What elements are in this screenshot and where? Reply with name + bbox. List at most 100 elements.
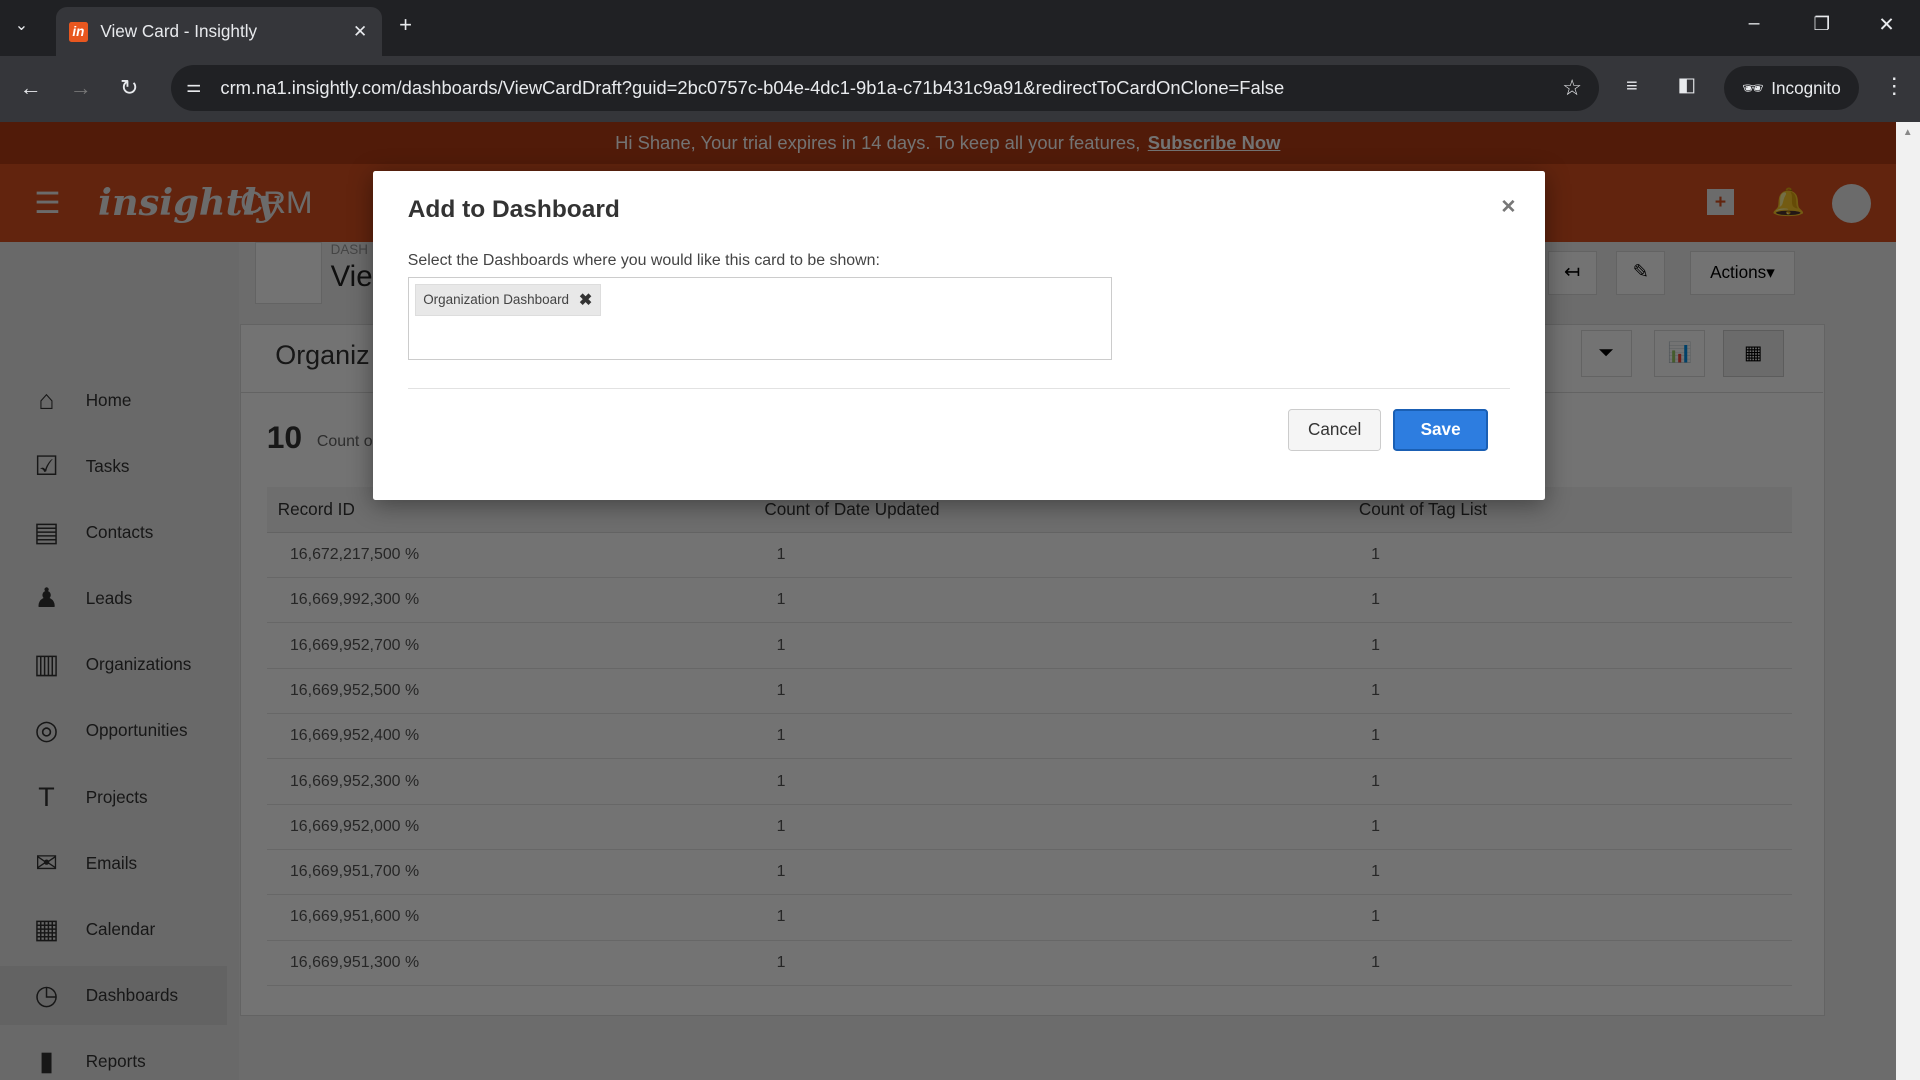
- table-cell: 16,669,952,300 %: [266, 758, 754, 805]
- browser-tab[interactable]: in View Card - Insightly ✕: [56, 7, 383, 57]
- table-cell: 16,669,952,500 %: [266, 668, 754, 715]
- bookmark-star-icon[interactable]: ☆: [1562, 75, 1582, 101]
- table-cell: 16,669,951,300 %: [266, 940, 754, 986]
- close-dialog-icon[interactable]: ×: [1501, 193, 1515, 221]
- chip-remove-icon[interactable]: ✖: [579, 290, 592, 310]
- trial-banner: Hi Shane, Your trial expires in 14 days.…: [0, 122, 1896, 165]
- save-button[interactable]: Save: [1393, 408, 1488, 451]
- table-cell: 1: [753, 849, 1348, 896]
- projects-icon: T: [38, 781, 55, 812]
- close-window-icon[interactable]: ✕: [1878, 13, 1894, 37]
- incognito-label: Incognito: [1771, 77, 1841, 98]
- sidebar-item-label: Contacts: [85, 522, 154, 543]
- table-cell: 1: [1347, 758, 1793, 805]
- incognito-icon: 🕶: [1742, 77, 1764, 98]
- table-cell: 16,672,217,500 %: [266, 532, 754, 579]
- user-avatar-icon[interactable]: [1831, 183, 1872, 223]
- notification-bell-icon[interactable]: 🔔: [1772, 186, 1806, 218]
- sidebar-item-calendar[interactable]: ▦ Calendar: [0, 900, 227, 959]
- sidebar-item-label: Home: [85, 389, 132, 410]
- count-label: Count o: [316, 433, 373, 451]
- tab-title: View Card - Insightly: [100, 21, 258, 42]
- tasks-icon: ☑: [34, 451, 59, 481]
- table-cell: 1: [753, 758, 1348, 805]
- tab-close-icon[interactable]: ✕: [353, 21, 367, 42]
- dashboards-icon: ◷: [34, 979, 59, 1010]
- table-cell: 1: [753, 713, 1348, 760]
- table-row[interactable]: 16,669,952,500 % 1 1: [266, 668, 1793, 715]
- subscribe-now-link[interactable]: Subscribe Now: [1148, 132, 1281, 153]
- record-count: 10: [266, 418, 303, 455]
- sidebar-item-tasks[interactable]: ☑ Tasks: [0, 437, 227, 496]
- incognito-indicator[interactable]: 🕶 Incognito: [1724, 66, 1859, 111]
- table-row[interactable]: 16,669,952,400 % 1 1: [266, 713, 1793, 760]
- chip-label: Organization Dashboard: [423, 292, 570, 308]
- table-row[interactable]: 16,672,217,500 % 1 1: [266, 532, 1793, 579]
- sidebar: ⌂ Home ☑ Tasks ▤ Contacts ♟ Leads ▥ Organizations…: [0, 242, 239, 1080]
- table-cell: 1: [1347, 894, 1793, 941]
- table-cell: 1: [1347, 668, 1793, 715]
- sidebar-item-projects[interactable]: T Projects: [0, 768, 227, 827]
- back-button[interactable]: ↤: [1547, 251, 1597, 296]
- page-title: Vie: [330, 259, 373, 293]
- table-view-icon[interactable]: ▦: [1722, 330, 1784, 377]
- table-row[interactable]: 16,669,992,300 % 1 1: [266, 577, 1793, 624]
- sidebar-item-organizations[interactable]: ▥ Organizations: [0, 636, 227, 695]
- side-panel-icon[interactable]: ◧: [1678, 73, 1697, 97]
- sidebar-item-opportunities[interactable]: ◎ Opportunities: [0, 702, 227, 761]
- sidebar-item-reports[interactable]: ▮ Reports: [0, 1032, 227, 1080]
- reports-icon: ▮: [39, 1046, 54, 1077]
- sidebar-item-label: Projects: [85, 786, 148, 807]
- table-cell: 1: [753, 894, 1348, 941]
- forward-icon[interactable]: →: [70, 75, 92, 101]
- calendar-icon: ▦: [33, 913, 60, 944]
- table-cell: 1: [1347, 713, 1793, 760]
- add-icon[interactable]: +: [1706, 188, 1734, 216]
- minimize-icon[interactable]: –: [1749, 12, 1760, 35]
- address-bar[interactable]: ⚌ crm.na1.insightly.com/dashboards/ViewC…: [171, 64, 1600, 112]
- tab-search-icon[interactable]: ⌄: [15, 15, 28, 35]
- trial-text: Hi Shane, Your trial expires in 14 days.…: [615, 132, 1141, 154]
- sidebar-item-contacts[interactable]: ▤ Contacts: [0, 503, 227, 562]
- sidebar-item-label: Dashboards: [85, 984, 179, 1005]
- sidebar-item-label: Leads: [85, 588, 133, 609]
- new-tab-icon[interactable]: +: [399, 12, 412, 38]
- dashboards-label: Select the Dashboards where you would li…: [407, 252, 880, 270]
- hamburger-menu-icon[interactable]: ☰: [34, 186, 60, 221]
- table-row[interactable]: 16,669,952,000 % 1 1: [266, 804, 1793, 850]
- back-icon[interactable]: ←: [20, 75, 42, 101]
- table-row[interactable]: 16,669,951,300 % 1 1: [266, 940, 1793, 986]
- sidebar-item-home[interactable]: ⌂ Home: [0, 371, 227, 430]
- restore-icon[interactable]: ❐: [1813, 13, 1829, 35]
- table-row[interactable]: 16,669,952,300 % 1 1: [266, 758, 1793, 805]
- media-icon[interactable]: ≡: [1626, 75, 1637, 98]
- cancel-button[interactable]: Cancel: [1288, 408, 1382, 451]
- breadcrumb[interactable]: DASH: [331, 242, 368, 257]
- url-text: crm.na1.insightly.com/dashboards/ViewCar…: [220, 77, 1285, 99]
- actions-dropdown[interactable]: Actions▾: [1689, 251, 1796, 296]
- table-cell: 1: [753, 940, 1348, 986]
- sidebar-item-label: Opportunities: [85, 720, 188, 741]
- table-cell: 1: [753, 804, 1348, 850]
- dashboards-select-input[interactable]: Organization Dashboard ✖: [407, 276, 1112, 360]
- table-cell: 1: [1347, 622, 1793, 669]
- table-cell: 16,669,952,700 %: [266, 622, 754, 669]
- chart-view-icon[interactable]: 📊: [1654, 330, 1706, 377]
- table-row[interactable]: 16,669,952,700 % 1 1: [266, 622, 1793, 669]
- table-row[interactable]: 16,669,951,600 % 1 1: [266, 894, 1793, 941]
- table-cell: 1: [753, 577, 1348, 624]
- scrollbar[interactable]: ▲: [1895, 122, 1920, 1080]
- reload-icon[interactable]: ↻: [120, 75, 138, 101]
- table-row[interactable]: 16,669,951,700 % 1 1: [266, 849, 1793, 896]
- filter-icon[interactable]: ⏷: [1580, 330, 1633, 377]
- organizations-icon: ▥: [33, 649, 60, 680]
- site-info-icon[interactable]: ⚌: [186, 76, 201, 97]
- menu-icon[interactable]: ⋮: [1883, 73, 1905, 99]
- sidebar-item-emails[interactable]: ✉ Emails: [0, 834, 227, 893]
- sidebar-item-leads[interactable]: ♟ Leads: [0, 569, 227, 628]
- sidebar-item-dashboards[interactable]: ◷ Dashboards: [0, 966, 227, 1025]
- sidebar-item-label: Calendar: [85, 918, 156, 939]
- edit-pencil-icon[interactable]: ✎: [1616, 251, 1666, 296]
- table-cell: 16,669,992,300 %: [266, 577, 754, 624]
- dialog-title: Add to Dashboard: [407, 195, 620, 223]
